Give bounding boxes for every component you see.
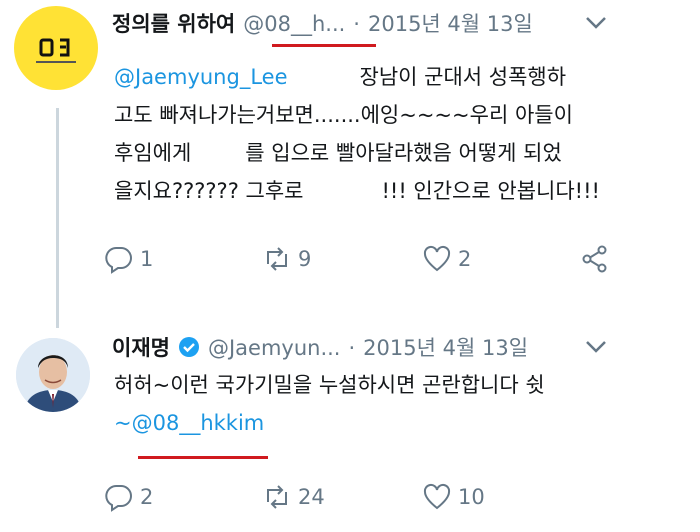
retweet-count: 9: [298, 247, 312, 271]
mention-link[interactable]: @08__hkkim: [132, 411, 265, 435]
avatar[interactable]: [16, 338, 90, 412]
user-handle[interactable]: @Jaemyun...: [208, 336, 341, 360]
tweet-text: 를 입으로 빨아달라했음 어떻게 되었: [245, 141, 562, 165]
like-count: 10: [458, 485, 485, 509]
tweet-timestamp[interactable]: 2015년 4월 13일: [368, 8, 533, 38]
tweet-line: 허허~이런 국가기밀을 누설하시면 곤란합니다 쉿: [114, 366, 545, 404]
tweet-actions: 2 24 10: [104, 482, 624, 522]
chevron-down-icon[interactable]: [585, 16, 607, 30]
tweet-text: !!! 인간으로 안봅니다!!!: [381, 179, 600, 203]
reply-icon: [105, 246, 132, 274]
reply-button[interactable]: 2: [104, 482, 153, 512]
share-button[interactable]: [580, 244, 616, 274]
like-count: 2: [458, 247, 472, 271]
like-button[interactable]: 2: [422, 244, 471, 274]
avatar[interactable]: [14, 6, 98, 90]
tweet-text: 고도 빠져나가는거보면.......에잉~~~~우리 아들이: [114, 103, 573, 127]
retweet-count: 24: [298, 485, 325, 509]
retweet-button[interactable]: 9: [262, 244, 311, 274]
heart-icon: [423, 245, 451, 272]
tweet-header: 정의를 위하여 @08__h... · 2015년 4월 13일: [112, 8, 533, 38]
tweet-header: 이재명 @Jaemyun... · 2015년 4월 13일: [112, 332, 528, 362]
tweet-line: 고도 빠져나가는거보면.......에잉~~~~우리 아들이: [114, 96, 600, 134]
retweet-button[interactable]: 24: [262, 482, 325, 512]
tweet-text: 을지요?????? 그후로: [114, 179, 304, 203]
retweet-icon: [267, 485, 287, 509]
verified-badge-icon: [178, 337, 199, 357]
tweet-line: @Jaemyung_Lee 장남이 군대서 성폭행하: [114, 58, 600, 96]
tweet-text: 허허~이런 국가기밀을 누설하시면 곤란합니다 쉿: [114, 373, 545, 397]
separator-dot: ·: [353, 12, 360, 36]
tweet-line: ~@08__hkkim: [114, 404, 545, 442]
tweet-timestamp[interactable]: 2015년 4월 13일: [363, 332, 528, 362]
tweet-body: @Jaemyung_Lee 장남이 군대서 성폭행하 고도 빠져나가는거보면...…: [114, 58, 600, 210]
tweet-line: 후임에게 를 입으로 빨아달라했음 어떻게 되었: [114, 134, 600, 172]
logo-avatar-icon: [36, 38, 76, 63]
tweet-actions: 1 9 2: [104, 244, 624, 284]
chevron-down-icon[interactable]: [585, 340, 607, 354]
annotation-underline: [272, 44, 376, 47]
share-icon: [582, 245, 607, 273]
display-name[interactable]: 이재명: [112, 332, 170, 362]
mention-link[interactable]: @Jaemyung_Lee: [114, 65, 288, 89]
like-button[interactable]: 10: [422, 482, 485, 512]
reply-button[interactable]: 1: [104, 244, 153, 274]
thread-connector-line: [56, 108, 59, 328]
tweet-line: 을지요?????? 그후로 !!! 인간으로 안봅니다!!!: [114, 172, 600, 210]
tweet-text: ~: [114, 411, 132, 435]
reply-icon: [105, 484, 132, 512]
separator-dot: ·: [348, 336, 356, 360]
tweet-body: 허허~이런 국가기밀을 누설하시면 곤란합니다 쉿 ~@08__hkkim: [114, 366, 545, 442]
reply-count: 2: [140, 485, 154, 509]
profile-photo-icon: [16, 338, 90, 412]
tweet-text: 후임에게: [114, 141, 192, 165]
reply-count: 1: [140, 247, 154, 271]
tweet-text: 장남이 군대서 성폭행하: [359, 65, 567, 89]
user-handle[interactable]: @08__h...: [243, 12, 345, 36]
display-name[interactable]: 정의를 위하여: [112, 8, 235, 38]
retweet-icon: [267, 247, 287, 271]
heart-icon: [423, 483, 451, 510]
annotation-underline: [138, 456, 268, 459]
